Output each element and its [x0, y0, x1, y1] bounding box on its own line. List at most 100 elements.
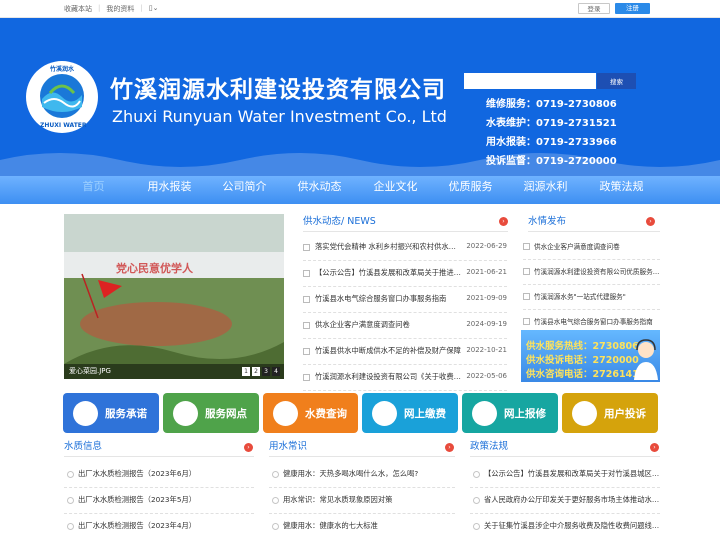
quality-item[interactable]: 出厂水水质检测报告（2023年6月） — [64, 462, 254, 488]
online-repair-button[interactable]: 网上报修 — [462, 393, 558, 433]
bullet-icon — [272, 497, 279, 504]
news-item[interactable]: 竹溪县水电气综合服务窗口办事服务指南 2021-09-09 — [303, 287, 507, 313]
doc-icon — [523, 293, 530, 300]
doc-icon — [303, 348, 310, 355]
hotline-install: 用水报装：0719-2733966 — [486, 137, 617, 148]
quality-item[interactable]: 出厂水水质检测报告（2023年5月） — [64, 488, 254, 514]
logo-bottom-text: ZHUXI WATER — [40, 122, 87, 129]
news-item[interactable]: 【公示公告】竹溪县发展和改革局关于推进水价改革 2021-06-21 — [303, 261, 507, 287]
bookmark-link[interactable]: 收藏本站 — [64, 4, 92, 14]
news-item-date: 2022-05-06 — [466, 372, 507, 380]
company-logo[interactable]: 竹溪润水 ZHUXI WATER — [26, 61, 98, 133]
nav-install[interactable]: 用水报装 — [132, 176, 207, 204]
quality-item[interactable]: 出厂水水质检测报告（2023年4月） — [64, 514, 254, 540]
service-promise-button[interactable]: 服务承诺 — [63, 393, 159, 433]
water-release-heading: 水情发布 — [528, 216, 567, 227]
nav-culture[interactable]: 企业文化 — [358, 176, 433, 204]
doc-icon — [523, 268, 530, 275]
doc-icon — [523, 243, 530, 250]
water-release-item-title: 供水企业客户满意度调查问卷 — [534, 243, 620, 251]
news-item-title: 【公示公告】竹溪县发展和改革局关于推进水价改革 — [315, 268, 461, 277]
doc-icon — [303, 374, 310, 381]
service-label: 用户投诉 — [604, 408, 646, 420]
banner-photo — [64, 214, 284, 379]
logo-icon — [40, 74, 84, 118]
news-item-date: 2022-06-29 — [466, 242, 507, 250]
slide-dot[interactable]: 4 — [272, 367, 280, 376]
water-release-more-icon[interactable]: › — [646, 217, 655, 226]
news-item[interactable]: 竹溪润源水利建设投资有限公司《关于收费标准》 2022-05-06 — [303, 365, 507, 391]
nav-supply-news[interactable]: 供水动态 — [282, 176, 357, 204]
banner-slogan: 党心民意优学人 — [116, 262, 193, 275]
handshake-icon — [73, 401, 98, 426]
knowledge-item[interactable]: 健康用水：健康水的七大标准 — [269, 514, 455, 540]
slide-dot[interactable]: 2 — [252, 367, 260, 376]
login-button[interactable]: 登录 — [578, 3, 610, 14]
slide-dot[interactable]: 1 — [242, 367, 250, 376]
water-knowledge-panel: 用水常识 › 健康用水：天热多喝水喝什么水，怎么喝? 用水常识：常见水质现象原因… — [269, 439, 455, 530]
service-label: 水费查询 — [305, 408, 347, 420]
policy-heading: 政策法规 — [470, 441, 509, 452]
online-pay-button[interactable]: 网上缴费 — [362, 393, 458, 433]
bullet-icon — [473, 471, 480, 478]
news-more-icon[interactable]: › — [499, 217, 508, 226]
company-name: 竹溪润源水利建设投资有限公司 — [110, 77, 446, 103]
water-release-item-title: 竹溪润源水利建设投资有限公司优质服务承诺 — [534, 268, 660, 276]
hotline-list: 维修服务：0719-2730806 水表维护：0719-2731521 用水报装… — [486, 95, 617, 171]
water-knowledge-heading: 用水常识 — [269, 441, 308, 452]
mobile-icon[interactable]: ▯⌄ — [149, 4, 159, 14]
hotline-card[interactable]: 供水服务热线：2730806 供水投诉电话：2720000 供水咨询电话：272… — [521, 330, 660, 382]
water-release-list: 供水企业客户满意度调查问卷 竹溪润源水利建设投资有限公司优质服务承诺 竹溪润源水… — [523, 235, 660, 335]
quality-item-title: 出厂水水质检测报告（2023年4月） — [78, 521, 197, 530]
nav-home[interactable]: 首页 — [56, 176, 131, 204]
bullet-icon — [67, 497, 74, 504]
mobile-glyph: ▯ — [148, 4, 153, 12]
news-item-date: 2021-06-21 — [466, 268, 507, 276]
search-input[interactable] — [464, 73, 596, 89]
water-release-item[interactable]: 供水企业客户满意度调查问卷 — [523, 235, 660, 260]
slide-dot-active[interactable]: 3 — [262, 367, 270, 376]
nav-about[interactable]: 公司简介 — [207, 176, 282, 204]
news-item-title: 竹溪县供水中断成供水不足的补偿及财产保障 — [315, 346, 461, 355]
water-release-item[interactable]: 竹溪润源水利建设投资有限公司优质服务承诺 — [523, 260, 660, 285]
service-label: 服务网点 — [205, 408, 247, 420]
site-header: 竹溪润水 ZHUXI WATER 竹溪润源水利建设投资有限公司 Zhuxi Ru… — [0, 18, 720, 176]
search-button[interactable]: 搜索 — [597, 73, 636, 89]
photo-slider[interactable]: 党心民意优学人 爱心菜园.JPG 1 2 3 4 — [64, 214, 284, 379]
phone-icon — [572, 401, 597, 426]
news-item-title: 竹溪县水电气综合服务窗口办事服务指南 — [315, 294, 447, 303]
search-box: 搜索 — [464, 73, 636, 89]
policy-item-title: 【公示公告】竹溪县发展和改革局关于对竹溪县城区供水价格调整方案 — [484, 469, 660, 478]
top-bar: 收藏本站 | 我的资料 | ▯⌄ 登录 注册 — [0, 0, 720, 18]
user-complaint-button[interactable]: 用户投诉 — [562, 393, 658, 433]
register-button[interactable]: 注册 — [615, 3, 650, 14]
doc-icon — [303, 296, 310, 303]
water-quality-title: 水质信息 — [64, 439, 254, 457]
separator: | — [140, 4, 143, 12]
nav-service[interactable]: 优质服务 — [433, 176, 508, 204]
bullet-icon — [473, 523, 480, 530]
news-item[interactable]: 供水企业客户满意度调查问卷 2024-09-19 — [303, 313, 507, 339]
water-release-item[interactable]: 竹溪润源水务"一站式代建服务" — [523, 285, 660, 310]
knowledge-item[interactable]: 健康用水：天热多喝水喝什么水，怎么喝? — [269, 462, 455, 488]
nav-policy[interactable]: 政策法规 — [584, 176, 659, 204]
hotline-meter: 水表维护：0719-2731521 — [486, 118, 617, 129]
quality-more-icon[interactable]: › — [244, 443, 253, 452]
knowledge-more-icon[interactable]: › — [445, 443, 454, 452]
policy-more-icon[interactable]: › — [650, 443, 659, 452]
profile-link[interactable]: 我的资料 — [106, 4, 134, 14]
news-item-date: 2022-10-21 — [466, 346, 507, 354]
news-item[interactable]: 竹溪县供水中断成供水不足的补偿及财产保障 2022-10-21 — [303, 339, 507, 365]
hotline-complaint: 投诉监督：0719-2720000 — [486, 156, 617, 167]
policy-item[interactable]: 省人民政府办公厅印发关于更好服务市场主体推动水电气暖高质量发展 — [470, 488, 660, 514]
slider-pagination: 1 2 3 4 — [242, 367, 280, 376]
service-points-button[interactable]: 服务网点 — [163, 393, 259, 433]
policy-item[interactable]: 【公示公告】竹溪县发展和改革局关于对竹溪县城区供水价格调整方案 — [470, 462, 660, 488]
news-item-title: 供水企业客户满意度调查问卷 — [315, 320, 410, 329]
knowledge-item[interactable]: 用水常识：常见水质现象原因对策 — [269, 488, 455, 514]
water-release-item-title: 竹溪润源水务"一站式代建服务" — [534, 293, 626, 301]
nav-runyuan[interactable]: 润源水利 — [508, 176, 583, 204]
news-item[interactable]: 落实党代会精神 水利乡村振兴和农村供水保障 2022-06-29 — [303, 235, 507, 261]
policy-item[interactable]: 关于征集竹溪县涉企中介服务收费及隐性收费问题线索的公告 — [470, 514, 660, 540]
bill-query-button[interactable]: 水费查询 — [263, 393, 358, 433]
